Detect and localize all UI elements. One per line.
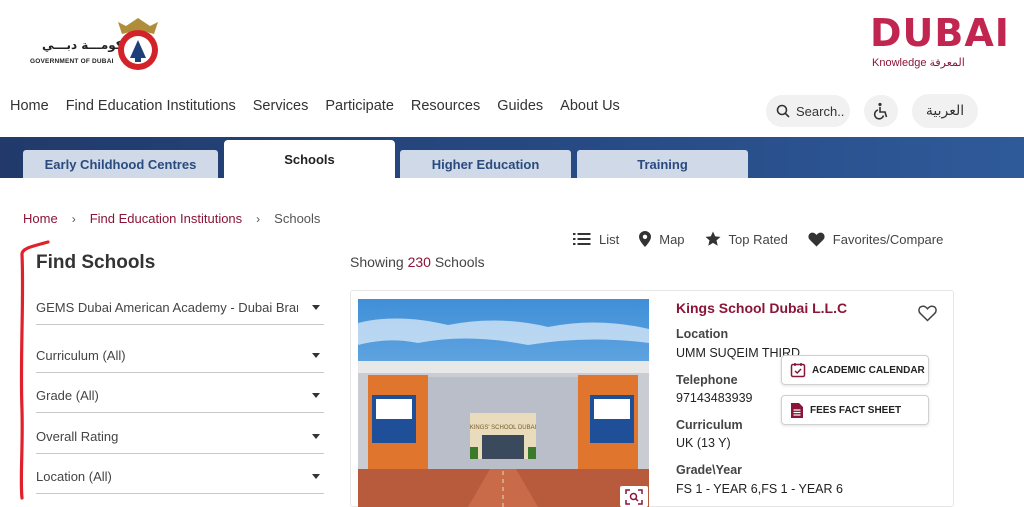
fees-fact-sheet-button[interactable]: FEES FACT SHEET [781, 395, 929, 425]
favorites-compare-label: Favorites/Compare [832, 231, 944, 247]
results-number: 230 [407, 254, 431, 270]
curriculum-select-value: Curriculum (All) [36, 348, 126, 363]
top-rated-label: Top Rated [728, 231, 788, 247]
find-schools-heading: Find Schools [36, 252, 156, 273]
school-photo[interactable]: KINGS' SCHOOL DUBAI [358, 299, 649, 507]
location-select-value: Location (All) [36, 469, 112, 484]
favorite-heart-icon[interactable] [918, 305, 937, 322]
tab-higher-education[interactable]: Higher Education [400, 150, 571, 178]
location-select[interactable]: Location (All) [36, 460, 324, 494]
map-pin-icon [639, 231, 652, 247]
school-name-select[interactable]: GEMS Dubai American Academy - Dubai Bran… [36, 291, 324, 325]
dubai-emblem-icon [118, 18, 158, 70]
caret-down-icon [312, 305, 320, 310]
caret-down-icon [312, 353, 320, 358]
document-icon [791, 402, 803, 418]
dubai-logo-word: DUBAI [870, 11, 1010, 55]
tab-early-childhood-centres[interactable]: Early Childhood Centres [23, 150, 218, 178]
telephone-value[interactable]: 97143483939 [676, 391, 752, 405]
calendar-icon [790, 363, 806, 378]
wheelchair-icon [873, 102, 888, 120]
school-name-select-value: GEMS Dubai American Academy - Dubai Bran… [36, 300, 298, 315]
grade-select[interactable]: Grade (All) [36, 379, 324, 413]
curriculum-value: UK (13 Y) [676, 436, 731, 450]
list-icon [573, 233, 591, 245]
curriculum-label: Curriculum [676, 418, 743, 432]
results-count: Showing 230 Schools [350, 254, 485, 270]
results-prefix: Showing [350, 254, 404, 270]
search-label: Search.. [796, 103, 845, 119]
list-view-label: List [599, 231, 620, 247]
tab-schools[interactable]: Schools [224, 140, 395, 178]
school-name-link[interactable]: Kings School Dubai L.L.C [676, 300, 847, 316]
view-options: List Map Top Rated Favorites/Compare [573, 231, 963, 247]
search-icon [776, 104, 790, 118]
accessibility-button[interactable] [864, 95, 898, 127]
results-suffix: Schools [434, 254, 485, 270]
caret-down-icon [312, 393, 320, 398]
top-rated-button[interactable]: Top Rated [705, 231, 788, 247]
academic-calendar-button[interactable]: ACADEMIC CALENDAR [781, 355, 929, 385]
favorites-compare-button[interactable]: Favorites/Compare [808, 231, 944, 247]
nav-home[interactable]: Home [10, 98, 49, 118]
telephone-label: Telephone [676, 373, 738, 387]
photo-zoom-button[interactable] [620, 486, 648, 507]
language-toggle-button[interactable]: العربية [912, 94, 978, 128]
grade-label: Grade\Year [676, 463, 743, 477]
overall-rating-select-value: Overall Rating [36, 429, 119, 444]
dubai-logo-subtitle: Knowledge المعرفة [872, 57, 965, 69]
zoom-icon [625, 488, 643, 505]
photo-sign-text: KINGS' SCHOOL DUBAI [470, 425, 537, 431]
curriculum-select[interactable]: Curriculum (All) [36, 339, 324, 373]
nav-guides[interactable]: Guides [497, 98, 543, 118]
breadcrumb-find-education-institutions[interactable]: Find Education Institutions [90, 211, 242, 226]
nav-participate[interactable]: Participate [325, 98, 394, 118]
tab-training[interactable]: Training [577, 150, 748, 178]
star-icon [705, 231, 721, 246]
fees-fact-sheet-label: FEES FACT SHEET [810, 404, 902, 416]
nav-services[interactable]: Services [253, 98, 309, 118]
nav-resources[interactable]: Resources [411, 98, 480, 118]
caret-down-icon [312, 434, 320, 439]
gov-logo-english-text: GOVERNMENT OF DUBAI [30, 58, 114, 65]
chevron-right-icon: › [256, 211, 261, 226]
nav-about-us[interactable]: About Us [560, 98, 620, 118]
overall-rating-select[interactable]: Overall Rating [36, 420, 324, 454]
map-view-button[interactable]: Map [639, 231, 685, 247]
grade-select-value: Grade (All) [36, 388, 99, 403]
breadcrumb-home[interactable]: Home [23, 211, 58, 226]
academic-calendar-label: ACADEMIC CALENDAR [812, 364, 925, 376]
dubai-knowledge-logo[interactable]: DUBAI Knowledge المعرفة [870, 14, 1009, 72]
caret-down-icon [312, 474, 320, 479]
main-navigation: Home Find Education Institutions Service… [10, 98, 637, 118]
nav-find-education-institutions[interactable]: Find Education Institutions [66, 98, 236, 118]
search-button[interactable]: Search.. [766, 95, 850, 127]
heart-icon [808, 232, 825, 246]
breadcrumb: Home › Find Education Institutions › Sch… [23, 211, 320, 226]
grade-value: FS 1 - YEAR 6,FS 1 - YEAR 6 [676, 482, 843, 496]
list-view-button[interactable]: List [573, 232, 619, 247]
map-view-label: Map [659, 231, 685, 247]
chevron-right-icon: › [71, 211, 76, 226]
breadcrumb-current: Schools [274, 211, 321, 226]
location-label: Location [676, 327, 729, 341]
